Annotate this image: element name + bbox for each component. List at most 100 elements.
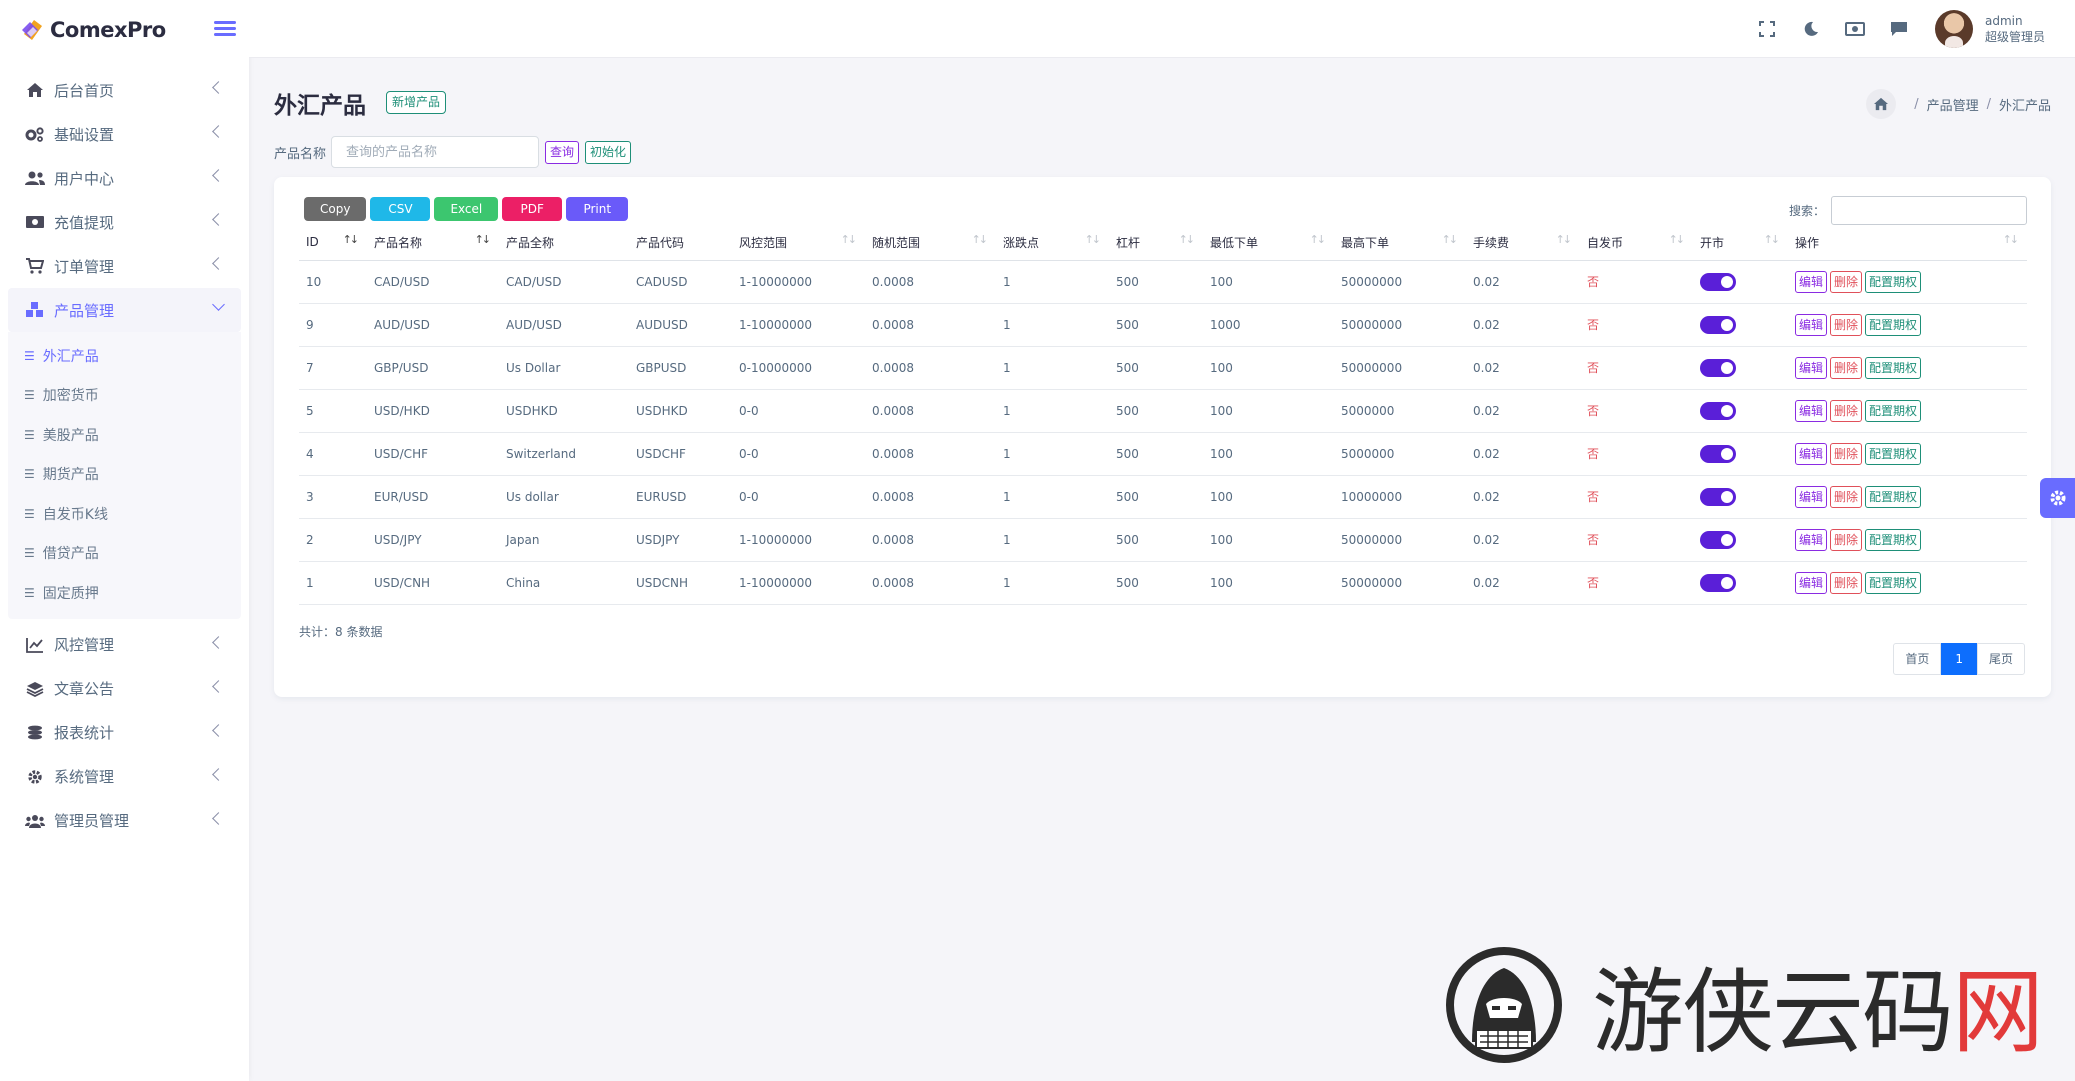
pagination-last-button[interactable]: 尾页 — [1976, 643, 2025, 675]
edit-button[interactable]: 编辑 — [1795, 313, 1828, 336]
column-header-code[interactable]: 产品代码 — [629, 225, 732, 261]
table-cell: 0.0008 — [865, 303, 996, 347]
theme-settings-gear-icon[interactable] — [2040, 478, 2075, 518]
delete-button[interactable]: 删除 — [1830, 356, 1863, 379]
pagination-page-button[interactable]: 1 — [1941, 643, 1977, 675]
breadcrumb-separator: / — [1986, 96, 1991, 112]
submenu-item-own-coin-kline[interactable]: ☰ 自发币K线 — [8, 494, 241, 534]
product-name-search-input[interactable] — [331, 136, 540, 168]
column-header-random-range[interactable]: 随机范围 ↑↓ — [865, 225, 996, 261]
column-header-label: 杠杆 — [1116, 235, 1141, 250]
edit-button[interactable]: 编辑 — [1795, 399, 1828, 422]
configure-options-button[interactable]: 配置期权 — [1865, 485, 1922, 508]
configure-options-button[interactable]: 配置期权 — [1865, 270, 1922, 293]
submenu-item-futures[interactable]: ☰ 期货产品 — [8, 455, 241, 495]
money-bill-icon[interactable] — [1844, 19, 1865, 39]
table-cell: 0.0008 — [865, 518, 996, 562]
configure-options-button[interactable]: 配置期权 — [1865, 528, 1922, 551]
sidebar-nav: 后台首页 基础设置 用户中心 充值提现 订单管理 产品管理 — [0, 60, 249, 332]
submenu-item-label: 自发币K线 — [42, 506, 108, 523]
delete-button[interactable]: 删除 — [1830, 270, 1863, 293]
market-open-toggle[interactable] — [1700, 401, 1736, 420]
delete-button[interactable]: 删除 — [1830, 313, 1863, 336]
breadcrumb-home-icon[interactable] — [1866, 89, 1897, 119]
sidebar-item-reports[interactable]: 报表统计 — [0, 711, 249, 755]
sidebar-item-admins[interactable]: 管理员管理 — [0, 799, 249, 843]
table-cell: 50000000 — [1334, 260, 1466, 304]
configure-options-button[interactable]: 配置期权 — [1865, 356, 1922, 379]
submenu-item-forex[interactable]: ☰ 外汇产品 — [8, 336, 241, 376]
column-header-min-order[interactable]: 最低下单 ↑↓ — [1203, 225, 1334, 261]
edit-button[interactable]: 编辑 — [1795, 270, 1828, 293]
user-menu[interactable]: admin 超级管理员 — [1934, 9, 2045, 48]
market-open-toggle[interactable] — [1700, 573, 1736, 592]
edit-button[interactable]: 编辑 — [1795, 442, 1828, 465]
configure-options-button[interactable]: 配置期权 — [1865, 442, 1922, 465]
print-button[interactable]: Print — [566, 197, 629, 221]
column-header-full-name[interactable]: 产品全称 — [499, 225, 629, 261]
configure-options-button[interactable]: 配置期权 — [1865, 399, 1922, 422]
column-header-fee[interactable]: 手续费 ↑↓ — [1466, 225, 1580, 261]
edit-button[interactable]: 编辑 — [1795, 485, 1828, 508]
edit-button[interactable]: 编辑 — [1795, 356, 1828, 379]
reset-button[interactable]: 初始化 — [585, 140, 632, 164]
submenu-item-label: 外汇产品 — [42, 348, 99, 365]
table-search-input[interactable] — [1831, 196, 2027, 225]
market-open-toggle[interactable] — [1700, 487, 1736, 506]
breadcrumb-item[interactable]: 产品管理 — [1927, 95, 1979, 114]
query-button[interactable]: 查询 — [545, 140, 580, 164]
sidebar-item-system[interactable]: 系统管理 — [0, 755, 249, 799]
sidebar-item-risk-control[interactable]: 风控管理 — [0, 623, 249, 667]
table-cell: Us dollar — [499, 475, 629, 519]
table-cell: 否 — [1580, 303, 1693, 347]
column-header-own-coin[interactable]: 自发币 ↑↓ — [1580, 225, 1693, 261]
add-product-button[interactable]: 新增产品 — [386, 91, 447, 114]
market-open-toggle[interactable] — [1700, 530, 1736, 549]
sidebar-item-deposit-withdraw[interactable]: 充值提现 — [0, 200, 249, 244]
sidebar-item-label: 充值提现 — [54, 213, 115, 232]
fullscreen-icon[interactable] — [1757, 19, 1777, 39]
delete-button[interactable]: 删除 — [1830, 442, 1863, 465]
market-open-toggle[interactable] — [1700, 358, 1736, 377]
market-open-toggle[interactable] — [1700, 444, 1736, 463]
csv-button[interactable]: CSV — [370, 197, 431, 221]
column-header-leverage[interactable]: 杠杆 ↑↓ — [1109, 225, 1203, 261]
column-header-max-order[interactable]: 最高下单 ↑↓ — [1334, 225, 1466, 261]
submenu-item-lending[interactable]: ☰ 借贷产品 — [8, 534, 241, 574]
column-header-risk-range[interactable]: 风控范围 ↑↓ — [732, 225, 865, 261]
delete-button[interactable]: 删除 — [1830, 485, 1863, 508]
submenu-item-us-stocks[interactable]: ☰ 美股产品 — [8, 415, 241, 455]
table-cell: USD/JPY — [367, 518, 499, 562]
edit-button[interactable]: 编辑 — [1795, 571, 1828, 594]
sidebar-item-basic-settings[interactable]: 基础设置 — [0, 112, 249, 156]
pdf-button[interactable]: PDF — [502, 197, 563, 221]
sidebar-item-products[interactable]: 产品管理 — [8, 288, 241, 332]
menu-toggle-icon[interactable] — [214, 18, 236, 38]
column-header-market-open[interactable]: 开市 ↑↓ — [1693, 225, 1788, 261]
chat-icon[interactable] — [1889, 19, 1909, 39]
pagination-first-button[interactable]: 首页 — [1893, 643, 1942, 675]
copy-button[interactable]: Copy — [304, 197, 367, 221]
avatar[interactable] — [1934, 9, 1973, 48]
delete-button[interactable]: 删除 — [1830, 528, 1863, 551]
column-header-product-name[interactable]: 产品名称 ↑↓ — [367, 225, 499, 261]
configure-options-button[interactable]: 配置期权 — [1865, 571, 1922, 594]
edit-button[interactable]: 编辑 — [1795, 528, 1828, 551]
submenu-item-crypto[interactable]: ☰ 加密货币 — [8, 376, 241, 416]
configure-options-button[interactable]: 配置期权 — [1865, 313, 1922, 336]
delete-button[interactable]: 删除 — [1830, 571, 1863, 594]
sidebar-item-articles[interactable]: 文章公告 — [0, 667, 249, 711]
moon-icon[interactable] — [1801, 19, 1821, 39]
market-open-toggle[interactable] — [1700, 272, 1736, 291]
delete-button[interactable]: 删除 — [1830, 399, 1863, 422]
gears-icon — [24, 123, 46, 145]
sidebar-item-home[interactable]: 后台首页 — [0, 68, 249, 112]
column-header-actions[interactable]: 操作 ↑↓ — [1788, 225, 2027, 261]
market-open-toggle[interactable] — [1700, 315, 1736, 334]
sidebar-item-user-center[interactable]: 用户中心 — [0, 156, 249, 200]
column-header-id[interactable]: ID ↑↓ — [299, 225, 367, 261]
column-header-change-points[interactable]: 涨跌点 ↑↓ — [996, 225, 1109, 261]
excel-button[interactable]: Excel — [434, 197, 499, 221]
submenu-item-fixed-staking[interactable]: ☰ 固定质押 — [8, 573, 241, 613]
sidebar-item-orders[interactable]: 订单管理 — [0, 244, 249, 288]
